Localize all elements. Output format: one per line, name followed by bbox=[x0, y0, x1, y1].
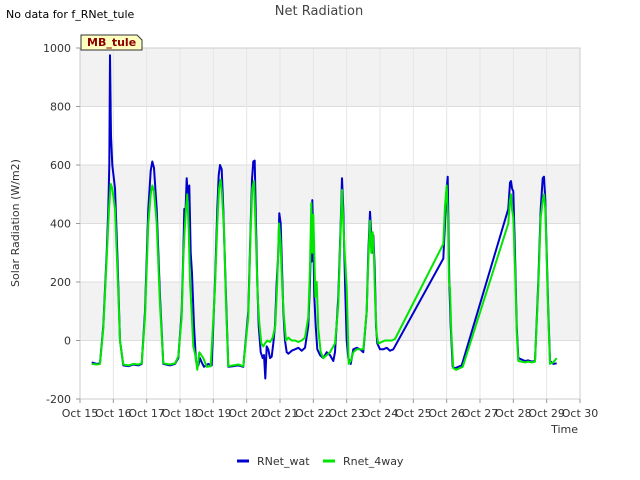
x-tick-label: Oct 30 bbox=[562, 407, 599, 420]
x-axis-ticks: Oct 15Oct 16Oct 17Oct 18Oct 19Oct 20Oct … bbox=[62, 399, 599, 420]
x-tick-label: Oct 15 bbox=[62, 407, 99, 420]
y-tick-label: 200 bbox=[50, 276, 71, 289]
y-tick-label: -200 bbox=[46, 393, 71, 406]
y-axis-label: Solar Radiation (W/m2) bbox=[9, 159, 22, 287]
chart-title: Net Radiation bbox=[275, 4, 363, 19]
y-tick-label: 600 bbox=[50, 159, 71, 172]
x-tick-label: Oct 23 bbox=[328, 407, 365, 420]
y-tick-label: 400 bbox=[50, 218, 71, 231]
background-band bbox=[80, 282, 580, 341]
y-tick-label: 1000 bbox=[43, 42, 71, 55]
x-tick-label: Oct 21 bbox=[262, 407, 299, 420]
legend: RNet_wat Rnet_4way bbox=[237, 455, 404, 468]
site-badge: MB_tule bbox=[80, 34, 143, 51]
legend-label: RNet_wat bbox=[257, 455, 310, 468]
x-tick-label: Oct 22 bbox=[295, 407, 332, 420]
x-axis-label: Time bbox=[550, 423, 578, 436]
x-tick-label: Oct 19 bbox=[195, 407, 232, 420]
x-tick-label: Oct 17 bbox=[128, 407, 165, 420]
net-radiation-chart: No data for f_RNet_tule Net Radiation -2… bbox=[6, 4, 599, 468]
legend-label: Rnet_4way bbox=[343, 455, 404, 468]
background-band bbox=[80, 48, 580, 107]
x-tick-label: Oct 18 bbox=[162, 407, 199, 420]
x-tick-label: Oct 29 bbox=[528, 407, 565, 420]
x-tick-label: Oct 20 bbox=[228, 407, 265, 420]
x-tick-label: Oct 16 bbox=[95, 407, 132, 420]
x-tick-label: Oct 25 bbox=[395, 407, 432, 420]
x-tick-label: Oct 27 bbox=[462, 407, 499, 420]
y-tick-label: 0 bbox=[64, 335, 71, 348]
y-axis-ticks: -200 0 200 400 600 800 1000 bbox=[43, 42, 80, 406]
y-tick-label: 800 bbox=[50, 101, 71, 114]
no-data-note: No data for f_RNet_tule bbox=[6, 8, 135, 21]
site-badge-label: MB_tule bbox=[87, 36, 136, 49]
x-tick-label: Oct 28 bbox=[495, 407, 532, 420]
x-tick-label: Oct 26 bbox=[428, 407, 465, 420]
x-tick-label: Oct 24 bbox=[362, 407, 399, 420]
